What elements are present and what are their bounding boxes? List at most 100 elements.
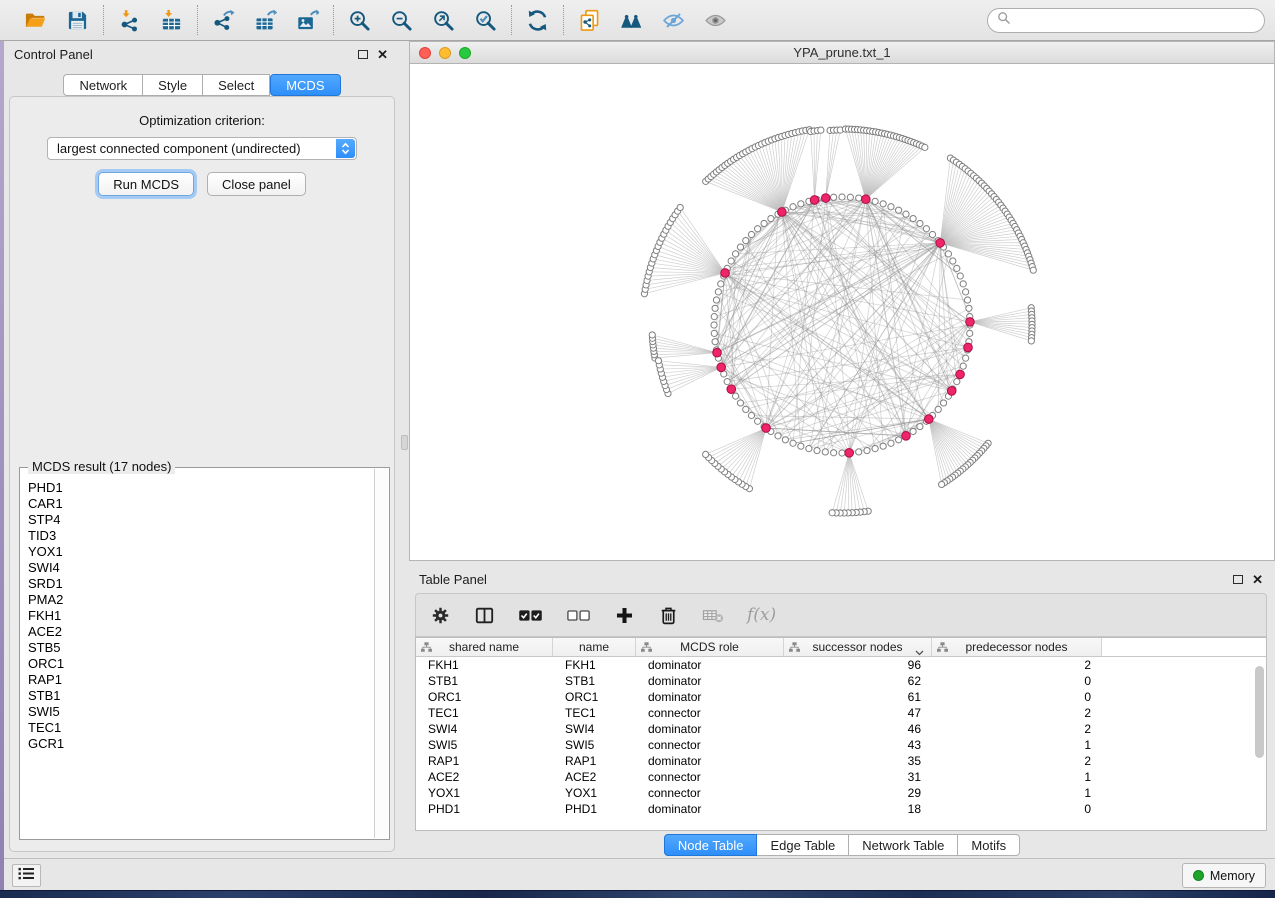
table-cell[interactable]: 18	[784, 801, 932, 817]
table-cell[interactable]: connector	[636, 737, 784, 753]
mcds-result-list[interactable]: PHD1CAR1STP4TID3YOX1SWI4SRD1PMA2FKH1ACE2…	[20, 472, 373, 838]
vertical-splitter[interactable]	[400, 41, 409, 858]
table-cell[interactable]: TEC1	[416, 705, 553, 721]
criterion-dropdown[interactable]: largest connected component (undirected)	[47, 137, 357, 160]
run-mcds-button[interactable]: Run MCDS	[98, 172, 194, 196]
clone-network-button[interactable]	[574, 5, 605, 35]
table-row[interactable]: SWI4SWI4dominator462	[416, 721, 1266, 737]
import-network-button[interactable]	[114, 5, 145, 35]
tab-network-table[interactable]: Network Table	[849, 834, 958, 856]
table-cell[interactable]: 46	[784, 721, 932, 737]
table-row[interactable]: TEC1TEC1connector472	[416, 705, 1266, 721]
minimize-window-icon[interactable]	[439, 47, 451, 59]
table-row[interactable]: YOX1YOX1connector291	[416, 785, 1266, 801]
table-cell[interactable]: 0	[932, 673, 1102, 689]
export-image-button[interactable]	[292, 5, 323, 35]
delete-column-icon[interactable]	[658, 605, 679, 626]
table-cell[interactable]: dominator	[636, 721, 784, 737]
search-box[interactable]	[987, 8, 1265, 33]
table-cell[interactable]: 31	[784, 769, 932, 785]
show-all-button[interactable]	[700, 5, 731, 35]
column-header-MCDS-role[interactable]: MCDS role	[636, 638, 784, 656]
table-cell[interactable]: RAP1	[416, 753, 553, 769]
table-cell[interactable]: 1	[932, 769, 1102, 785]
table-cell[interactable]: 62	[784, 673, 932, 689]
table-cell[interactable]: dominator	[636, 753, 784, 769]
tab-node-table[interactable]: Node Table	[664, 834, 758, 856]
result-node-item[interactable]: STB5	[28, 640, 373, 656]
table-cell[interactable]: ORC1	[416, 689, 553, 705]
result-node-item[interactable]: TEC1	[28, 720, 373, 736]
table-cell[interactable]: FKH1	[553, 657, 636, 673]
tab-select[interactable]: Select	[203, 74, 270, 96]
search-input[interactable]	[1017, 13, 1255, 28]
hide-selected-button[interactable]	[658, 5, 689, 35]
table-cell[interactable]: SWI5	[553, 737, 636, 753]
result-node-item[interactable]: FKH1	[28, 608, 373, 624]
float-table-panel-icon[interactable]	[1233, 575, 1243, 584]
table-cell[interactable]: 2	[932, 721, 1102, 737]
table-cell[interactable]: 35	[784, 753, 932, 769]
maximize-window-icon[interactable]	[459, 47, 471, 59]
table-row[interactable]: SWI5SWI5connector431	[416, 737, 1266, 753]
table-scrollbar-thumb[interactable]	[1255, 666, 1264, 758]
result-node-item[interactable]: ORC1	[28, 656, 373, 672]
search-network-button[interactable]	[616, 5, 647, 35]
import-table-button[interactable]	[156, 5, 187, 35]
zoom-selected-button[interactable]	[470, 5, 501, 35]
tab-mcds[interactable]: MCDS	[270, 74, 340, 96]
result-node-item[interactable]: STP4	[28, 512, 373, 528]
result-node-item[interactable]: SRD1	[28, 576, 373, 592]
table-row[interactable]: RAP1RAP1dominator352	[416, 753, 1266, 769]
table-cell[interactable]: TEC1	[553, 705, 636, 721]
table-row[interactable]: ACE2ACE2connector311	[416, 769, 1266, 785]
table-row[interactable]: PHD1PHD1dominator180	[416, 801, 1266, 817]
export-network-button[interactable]	[208, 5, 239, 35]
table-cell[interactable]: dominator	[636, 689, 784, 705]
table-cell[interactable]: SWI4	[553, 721, 636, 737]
table-cell[interactable]: 2	[932, 705, 1102, 721]
table-cell[interactable]: 2	[932, 657, 1102, 673]
split-panel-icon[interactable]	[474, 605, 495, 626]
deselect-all-icon[interactable]	[566, 608, 591, 623]
table-cell[interactable]: dominator	[636, 673, 784, 689]
result-node-item[interactable]: SWI4	[28, 560, 373, 576]
result-node-item[interactable]: TID3	[28, 528, 373, 544]
table-row[interactable]: FKH1FKH1dominator962	[416, 657, 1266, 673]
select-all-icon[interactable]	[518, 608, 543, 623]
close-window-icon[interactable]	[419, 47, 431, 59]
table-cell[interactable]: PHD1	[553, 801, 636, 817]
table-cell[interactable]: ACE2	[416, 769, 553, 785]
network-canvas[interactable]	[410, 64, 1274, 560]
table-cell[interactable]: FKH1	[416, 657, 553, 673]
table-cell[interactable]: 0	[932, 801, 1102, 817]
refresh-button[interactable]	[522, 5, 553, 35]
open-button[interactable]	[20, 5, 51, 35]
result-node-item[interactable]: GCR1	[28, 736, 373, 752]
tab-style[interactable]: Style	[143, 74, 203, 96]
save-button[interactable]	[62, 5, 93, 35]
export-table-button[interactable]	[250, 5, 281, 35]
result-node-item[interactable]: PMA2	[28, 592, 373, 608]
table-cell[interactable]: STB1	[416, 673, 553, 689]
column-header-name[interactable]: name	[553, 638, 636, 656]
table-cell[interactable]: connector	[636, 705, 784, 721]
column-header-successor-nodes[interactable]: successor nodes	[784, 638, 932, 656]
table-cell[interactable]: connector	[636, 769, 784, 785]
zoom-in-button[interactable]	[344, 5, 375, 35]
table-cell[interactable]: connector	[636, 785, 784, 801]
result-node-item[interactable]: RAP1	[28, 672, 373, 688]
table-cell[interactable]: YOX1	[416, 785, 553, 801]
table-cell[interactable]: 61	[784, 689, 932, 705]
table-cell[interactable]: 29	[784, 785, 932, 801]
zoom-fit-button[interactable]	[428, 5, 459, 35]
result-node-item[interactable]: ACE2	[28, 624, 373, 640]
table-cell[interactable]: ACE2	[553, 769, 636, 785]
close-table-panel-icon[interactable]: ✕	[1252, 573, 1263, 586]
result-node-item[interactable]: SWI5	[28, 704, 373, 720]
close-panel-button[interactable]: Close panel	[207, 172, 306, 196]
table-cell[interactable]: SWI5	[416, 737, 553, 753]
tab-motifs[interactable]: Motifs	[958, 834, 1020, 856]
table-row[interactable]: ORC1ORC1dominator610	[416, 689, 1266, 705]
splitter-handle[interactable]	[401, 435, 408, 450]
